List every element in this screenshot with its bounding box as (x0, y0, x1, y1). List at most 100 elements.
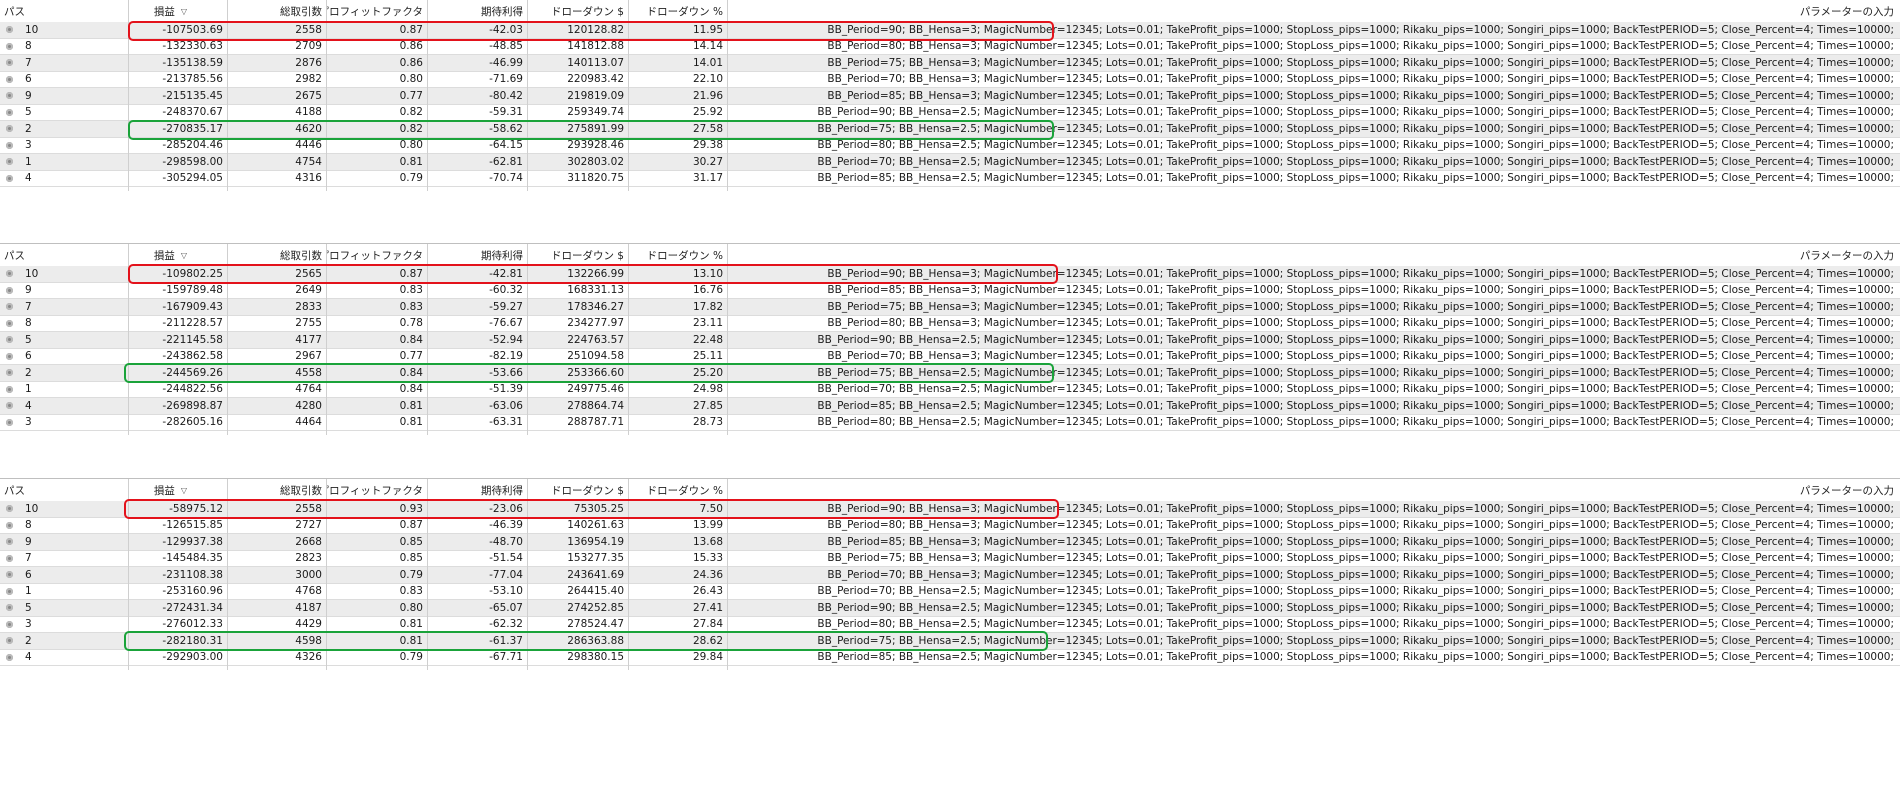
table-row[interactable]: 4 -269898.87 4280 0.81 -63.06 278864.74 27.85 B… (0, 398, 1900, 415)
cell-dd_dollar: 120128.82 (527, 22, 628, 38)
cell-value-dd_dollar: 278524.47 (567, 618, 624, 631)
cell-value-dd_pct: 24.36 (692, 568, 723, 581)
table-row[interactable]: 5 -221145.58 4177 0.84 -52.94 224763.57 22.48 B… (0, 332, 1900, 349)
table-row[interactable]: 4 -292903.00 4326 0.79 -67.71 298380.15 29.84 B… (0, 649, 1900, 666)
cell-value-expected: -65.07 (489, 601, 523, 614)
sort-descending-icon[interactable]: ▽ (181, 486, 187, 495)
table-row[interactable]: 2 -244569.26 4558 0.84 -53.66 253366.60 25.20 B… (0, 365, 1900, 382)
table-row[interactable]: 9 -129937.38 2668 0.85 -48.70 136954.19 13.68 B… (0, 534, 1900, 551)
cell-value-pf: 0.84 (399, 366, 423, 379)
column-header-label: パス (4, 5, 25, 18)
column-header-params[interactable]: パラメーターの入力 (727, 0, 1900, 22)
cell-dd_pct: 22.48 (628, 332, 727, 348)
table-row[interactable]: 6 -243862.58 2967 0.77 -82.19 251094.58 25.11 B… (0, 348, 1900, 365)
cell-value-params: BB_Period=70; BB_Hensa=2.5; MagicNumber=… (817, 383, 1894, 396)
table-row[interactable]: 4 -305294.05 4316 0.79 -70.74 311820.75 31.17 B… (0, 170, 1900, 187)
cell-value-expected: -60.32 (489, 284, 523, 297)
column-header-dd_pct[interactable]: ドローダウン % (628, 244, 727, 266)
table-row[interactable]: 1 -253160.96 4768 0.83 -53.10 264415.40 26.43 B… (0, 583, 1900, 600)
cell-dd_pct: 27.84 (628, 617, 727, 633)
results-table-3: パス 損益 ▽ 総取引数 プロフィットファクタ 期待利得 ドローダウン $ ドローダウン % パ… (0, 478, 1900, 670)
cell-params: BB_Period=80; BB_Hensa=3; MagicNumber=12… (727, 518, 1900, 534)
table-row[interactable]: 1 -298598.00 4754 0.81 -62.81 302803.02 30.27 B… (0, 154, 1900, 171)
column-header-pass[interactable]: パス (0, 0, 128, 22)
table-row[interactable]: 6 -231108.38 3000 0.79 -77.04 243641.69 24.36 B… (0, 567, 1900, 584)
cell-value-expected: -46.39 (489, 519, 523, 532)
column-header-pass[interactable]: パス (0, 244, 128, 266)
cell-value-dd_dollar: 220983.42 (567, 73, 624, 86)
column-header-pf[interactable]: プロフィットファクタ (326, 479, 427, 501)
table-row[interactable]: 8 -211228.57 2755 0.78 -76.67 234277.97 23.11 B… (0, 315, 1900, 332)
column-header-expected[interactable]: 期待利得 (427, 0, 527, 22)
table-row[interactable]: 5 -248370.67 4188 0.82 -59.31 259349.74 25.92 B… (0, 104, 1900, 121)
cell-value-dd_pct: 22.10 (692, 73, 723, 86)
table-row[interactable]: 3 -282605.16 4464 0.81 -63.31 288787.71 28.73 B… (0, 414, 1900, 431)
cell-profit: -285204.46 (128, 138, 227, 154)
cell-value-params: BB_Period=90; BB_Hensa=2.5; MagicNumber=… (817, 106, 1894, 119)
cell-params: BB_Period=80; BB_Hensa=2.5; MagicNumber=… (727, 617, 1900, 633)
cell-value-dd_dollar: 140113.07 (567, 56, 624, 69)
cell-trades: 4429 (227, 617, 326, 633)
column-divider (326, 244, 327, 435)
cell-value-params: BB_Period=85; BB_Hensa=3; MagicNumber=12… (827, 89, 1894, 102)
cell-trades: 2675 (227, 88, 326, 104)
column-header-trades[interactable]: 総取引数 (227, 0, 326, 22)
column-header-dd_dollar[interactable]: ドローダウン $ (527, 479, 628, 501)
table-row[interactable]: 6 -213785.56 2982 0.80 -71.69 220983.42 22.10 B… (0, 71, 1900, 88)
column-header-params[interactable]: パラメーターの入力 (727, 479, 1900, 501)
column-header-expected[interactable]: 期待利得 (427, 244, 527, 266)
table-row[interactable]: 8 -132330.63 2709 0.86 -48.85 141812.88 14.14 B… (0, 38, 1900, 55)
cell-value-dd_dollar: 132266.99 (567, 267, 624, 280)
cell-value-dd_dollar: 141812.88 (567, 40, 624, 53)
column-header-pass[interactable]: パス (0, 479, 128, 501)
cell-pf: 0.80 (326, 600, 427, 616)
cell-value-expected: -46.99 (489, 56, 523, 69)
sort-descending-icon[interactable]: ▽ (181, 251, 187, 260)
table-row[interactable]: 7 -167909.43 2833 0.83 -59.27 178346.27 17.82 B… (0, 299, 1900, 316)
column-header-profit[interactable]: 損益 ▽ (128, 0, 227, 22)
cell-value-params: BB_Period=90; BB_Hensa=3; MagicNumber=12… (827, 267, 1894, 280)
table-row[interactable]: 9 -159789.48 2649 0.83 -60.32 168331.13 16.76 B… (0, 282, 1900, 299)
column-header-trades[interactable]: 総取引数 (227, 244, 326, 266)
cell-value-pf: 0.87 (399, 23, 423, 36)
cell-pass: 8 (0, 518, 128, 534)
column-header-dd_pct[interactable]: ドローダウン % (628, 479, 727, 501)
column-header-dd_pct[interactable]: ドローダウン % (628, 0, 727, 22)
column-header-expected[interactable]: 期待利得 (427, 479, 527, 501)
column-header-params[interactable]: パラメーターの入力 (727, 244, 1900, 266)
table-row[interactable]: 10 -107503.69 2558 0.87 -42.03 120128.82 11.95… (0, 22, 1900, 39)
sort-descending-icon[interactable]: ▽ (181, 7, 187, 16)
cell-pass: 10 (0, 22, 128, 38)
cell-value-dd_dollar: 264415.40 (567, 585, 624, 598)
table-row[interactable]: 7 -145484.35 2823 0.85 -51.54 153277.35 15.33 B… (0, 550, 1900, 567)
column-header-dd_dollar[interactable]: ドローダウン $ (527, 244, 628, 266)
table-row[interactable]: 7 -135138.59 2876 0.86 -46.99 140113.07 14.01 B… (0, 55, 1900, 72)
cell-dd_pct: 30.27 (628, 154, 727, 170)
cell-dd_dollar: 140261.63 (527, 518, 628, 534)
cell-trades: 2967 (227, 349, 326, 365)
table-row[interactable]: 2 -270835.17 4620 0.82 -58.62 275891.99 27.58 B… (0, 121, 1900, 138)
column-header-pf[interactable]: プロフィットファクタ (326, 244, 427, 266)
column-header-pf[interactable]: プロフィットファクタ (326, 0, 427, 22)
cell-value-dd_pct: 27.41 (692, 601, 723, 614)
table-row[interactable]: 1 -244822.56 4764 0.84 -51.39 249775.46 24.98 B… (0, 381, 1900, 398)
table-row[interactable]: 9 -215135.45 2675 0.77 -80.42 219819.09 21.96 B… (0, 88, 1900, 105)
table-row[interactable]: 3 -276012.33 4429 0.81 -62.32 278524.47 27.84 B… (0, 616, 1900, 633)
cell-value-dd_pct: 16.76 (692, 284, 723, 297)
table-row[interactable]: 10 -109802.25 2565 0.87 -42.81 132266.99 13.10… (0, 266, 1900, 283)
table-row[interactable]: 2 -282180.31 4598 0.81 -61.37 286363.88 28.62 B… (0, 633, 1900, 650)
column-header-dd_dollar[interactable]: ドローダウン $ (527, 0, 628, 22)
cell-dd_pct: 16.76 (628, 283, 727, 299)
cell-value-trades: 2727 (295, 519, 322, 532)
table-row[interactable]: 5 -272431.34 4187 0.80 -65.07 274252.85 27.41 B… (0, 600, 1900, 617)
table-row[interactable]: 10 -58975.12 2558 0.93 -23.06 75305.25 7.50 BB_… (0, 501, 1900, 518)
table-row[interactable]: 3 -285204.46 4446 0.80 -64.15 293928.46 29.38 B… (0, 137, 1900, 154)
cell-trades: 4754 (227, 154, 326, 170)
column-header-trades[interactable]: 総取引数 (227, 479, 326, 501)
cell-value-pf: 0.84 (399, 333, 423, 346)
cell-trades: 2982 (227, 72, 326, 88)
table-row[interactable]: 8 -126515.85 2727 0.87 -46.39 140261.63 13.99 B… (0, 517, 1900, 534)
column-header-profit[interactable]: 損益 ▽ (128, 479, 227, 501)
cell-value-pf: 0.79 (399, 568, 423, 581)
column-header-profit[interactable]: 損益 ▽ (128, 244, 227, 266)
